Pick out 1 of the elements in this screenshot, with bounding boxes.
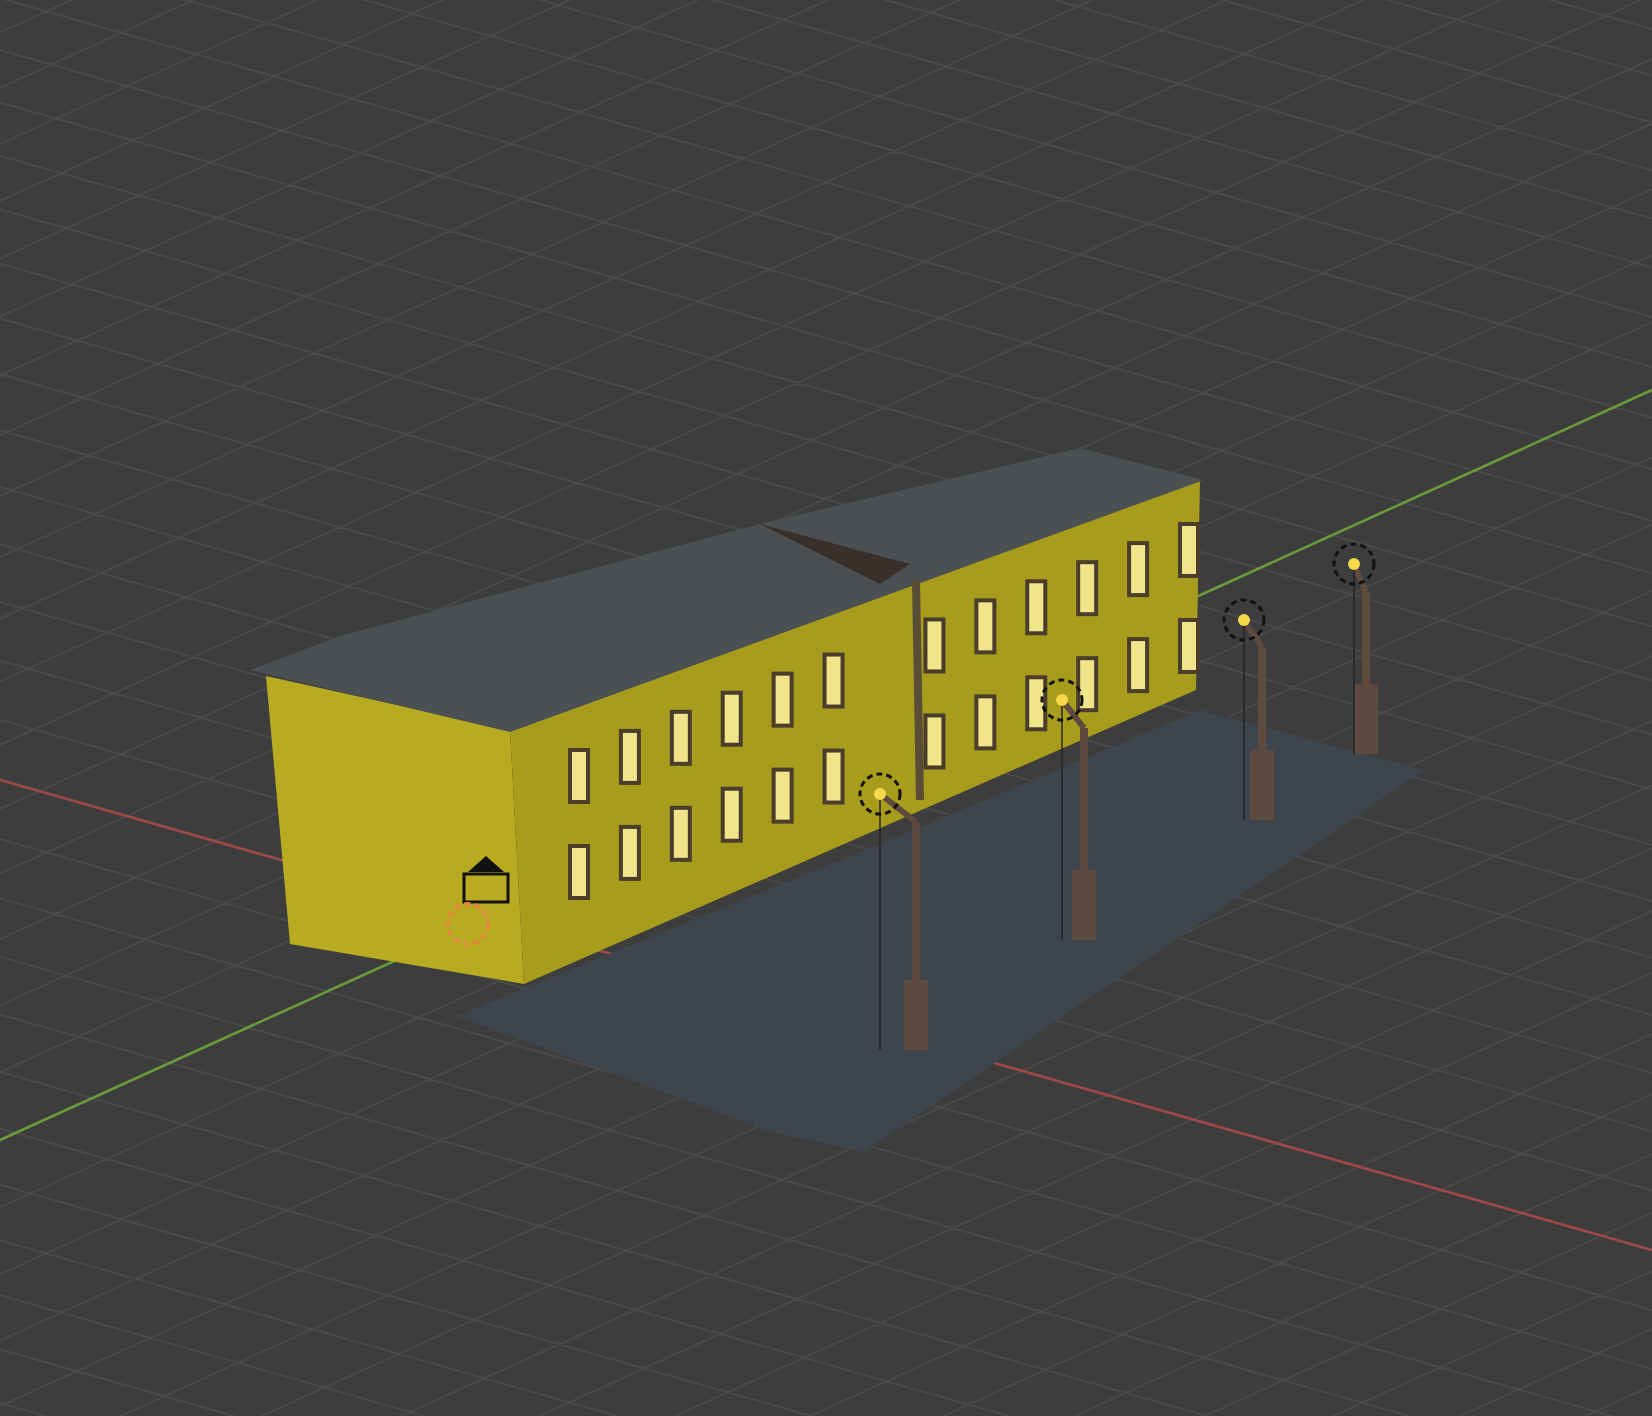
- light-gizmo-icon: [446, 856, 510, 946]
